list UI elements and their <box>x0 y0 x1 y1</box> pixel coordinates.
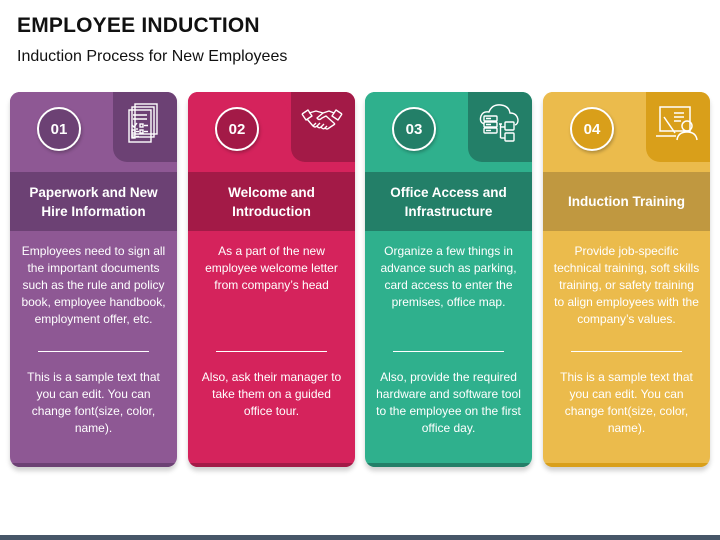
divider <box>571 351 682 352</box>
checklist-document-icon <box>128 103 158 143</box>
card-title: Induction Training <box>543 172 710 231</box>
card-description: As a part of the new employee welcome le… <box>205 244 338 292</box>
card-description: Organize a few things in advance such as… <box>380 244 517 309</box>
card-bottom-edge <box>365 463 532 467</box>
step-number-badge: 02 <box>215 107 259 151</box>
step-card-1: 01 Paperwork and New Hire Information Em… <box>10 92 177 467</box>
step-number-badge: 03 <box>392 107 436 151</box>
card-bottom-edge <box>188 463 355 467</box>
card-description: Provide job-specific technical training,… <box>553 244 700 326</box>
footer-bar <box>0 535 720 540</box>
card-body: As a part of the new employee welcome le… <box>188 231 355 463</box>
divider <box>393 351 504 352</box>
card-note: Also, ask their manager to take them on … <box>201 370 342 418</box>
card-bottom-edge <box>543 463 710 467</box>
card-note: This is a sample text that you can edit.… <box>27 370 160 435</box>
card-note: Also, provide the required hardware and … <box>376 370 521 435</box>
handshake-icon <box>301 109 343 130</box>
step-number-badge: 01 <box>37 107 81 151</box>
card-body: Provide job-specific technical training,… <box>543 231 710 463</box>
page-subtitle: Induction Process for New Employees <box>17 48 288 65</box>
step-card-2: 02 Welcome and Introduction As a part of… <box>188 92 355 467</box>
card-title: Office Access and Infrastructure <box>365 172 532 231</box>
cloud-server-icon <box>479 104 519 142</box>
card-note: This is a sample text that you can edit.… <box>560 370 693 435</box>
divider <box>38 351 149 352</box>
card-body: Organize a few things in advance such as… <box>365 231 532 463</box>
card-description: Employees need to sign all the important… <box>21 244 166 326</box>
step-card-4: 04 Induction Training Provide job-specif… <box>543 92 710 467</box>
step-card-3: 03 Office Access and Infrastructure Orga… <box>365 92 532 467</box>
page-title: EMPLOYEE INDUCTION <box>17 14 260 37</box>
card-body: Employees need to sign all the important… <box>10 231 177 463</box>
training-presentation-icon <box>656 106 698 141</box>
card-title: Paperwork and New Hire Information <box>10 172 177 231</box>
card-title: Welcome and Introduction <box>188 172 355 231</box>
card-bottom-edge <box>10 463 177 467</box>
step-number-badge: 04 <box>570 107 614 151</box>
divider <box>216 351 327 352</box>
